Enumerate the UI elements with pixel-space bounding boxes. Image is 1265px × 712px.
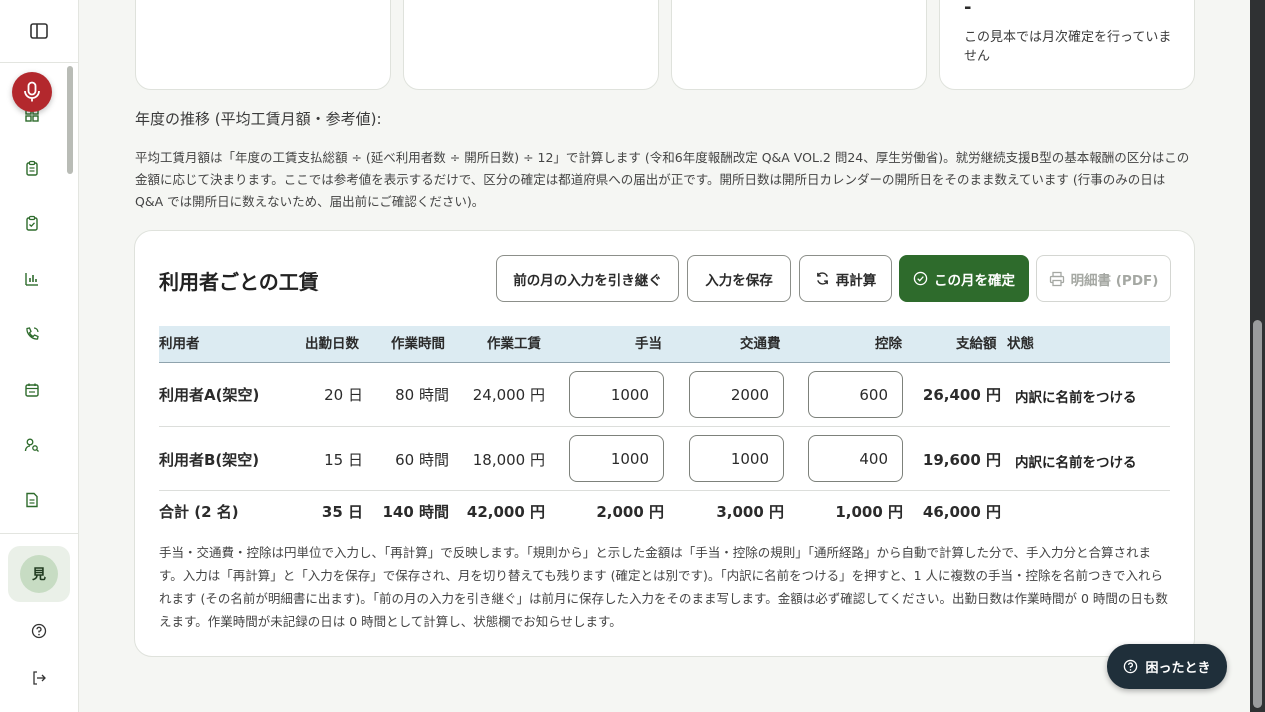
total-deduction: 1,000 円 bbox=[835, 503, 903, 521]
refresh-icon bbox=[816, 272, 828, 285]
trend-description: 平均工賃月額は「年度の工賃支払総額 ÷ (延べ利用者数 ÷ 開所日数) ÷ 12… bbox=[135, 150, 1190, 209]
col-transport: 交通費 bbox=[740, 336, 781, 352]
sidebar-toggle-icon[interactable] bbox=[26, 18, 52, 44]
col-days: 出勤日数 bbox=[305, 336, 359, 352]
sidebar-nav bbox=[0, 63, 64, 533]
table-header: 利用者 出勤日数 作業時間 作業工賃 手当 交通費 控除 支給額 状態 bbox=[159, 326, 1170, 363]
sidebar: 見 bbox=[0, 0, 79, 712]
wages-card: 利用者ごとの工賃 前の月の入力を引き継ぐ 入力を保存 再計算 この月を確定 明細… bbox=[134, 230, 1195, 657]
footnote: 手当・交通費・控除は円単位で入力し、「再計算」で反映します。「規則から」と示した… bbox=[159, 545, 1168, 629]
col-work-wage: 作業工賃 bbox=[487, 336, 541, 352]
help-button[interactable]: 困ったとき bbox=[1107, 644, 1227, 689]
summary-card-monthly-confirm: - この見本では月次確定を行っていません bbox=[939, 0, 1195, 90]
allowance-input[interactable] bbox=[569, 435, 664, 482]
summary-card bbox=[403, 0, 659, 90]
table-row: 利用者A(架空) 20 日 80 時間 24,000 円 26,400 円 内訳… bbox=[159, 363, 1170, 427]
user-menu[interactable]: 見 bbox=[8, 546, 70, 602]
clipboard-check-icon[interactable] bbox=[20, 211, 44, 235]
name-breakdown-button[interactable]: 内訳に名前をつける bbox=[1015, 386, 1137, 406]
logout-icon[interactable] bbox=[28, 667, 50, 689]
hours-value: 60 時間 bbox=[395, 451, 449, 469]
summary-note: この見本では月次確定を行っていません bbox=[964, 30, 1172, 64]
total-hours: 140 時間 bbox=[382, 503, 449, 521]
help-circle-icon bbox=[1124, 659, 1138, 674]
document-icon[interactable] bbox=[20, 488, 44, 512]
avatar: 見 bbox=[20, 555, 58, 593]
days-value: 20 日 bbox=[324, 386, 363, 404]
work-wage-value: 24,000 円 bbox=[472, 386, 545, 404]
total-transport: 3,000 円 bbox=[716, 503, 784, 521]
work-wage-value: 18,000 円 bbox=[472, 451, 545, 469]
allowance-input[interactable] bbox=[569, 371, 664, 418]
col-deduction: 控除 bbox=[875, 336, 902, 352]
pay-value: 26,400 円 bbox=[922, 386, 1001, 404]
recalc-button[interactable]: 再計算 bbox=[799, 255, 892, 302]
help-circle-icon[interactable] bbox=[28, 620, 50, 642]
microphone-icon[interactable] bbox=[12, 72, 52, 112]
bar-chart-icon[interactable] bbox=[20, 267, 44, 291]
carry-over-button[interactable]: 前の月の入力を引き継ぐ bbox=[496, 255, 679, 302]
col-allowance: 手当 bbox=[635, 336, 662, 352]
summary-card bbox=[135, 0, 391, 90]
printer-icon bbox=[1049, 271, 1064, 286]
pdf-statement-button[interactable]: 明細書 (PDF) bbox=[1036, 255, 1171, 302]
phone-icon[interactable] bbox=[20, 322, 44, 346]
check-circle-icon bbox=[913, 271, 928, 286]
total-pay: 46,000 円 bbox=[922, 503, 1001, 521]
transport-input[interactable] bbox=[689, 371, 784, 418]
save-button[interactable]: 入力を保存 bbox=[687, 255, 791, 302]
page-scrollbar-thumb[interactable] bbox=[1253, 320, 1262, 708]
transport-input[interactable] bbox=[689, 435, 784, 482]
col-hours: 作業時間 bbox=[391, 336, 445, 352]
user-search-icon[interactable] bbox=[20, 433, 44, 457]
pay-value: 19,600 円 bbox=[922, 451, 1001, 469]
total-work-wage: 42,000 円 bbox=[466, 503, 545, 521]
calendar-icon[interactable] bbox=[20, 378, 44, 402]
deduction-input[interactable] bbox=[808, 371, 903, 418]
total-allowance: 2,000 円 bbox=[596, 503, 664, 521]
col-user: 利用者 bbox=[159, 336, 200, 352]
summary-value: - bbox=[964, 0, 972, 18]
total-label: 合計 (2 名) bbox=[159, 503, 239, 521]
col-pay: 支給額 bbox=[956, 336, 997, 352]
table-row: 利用者B(架空) 15 日 60 時間 18,000 円 19,600 円 内訳… bbox=[159, 427, 1170, 491]
user-name: 利用者B(架空) bbox=[159, 451, 260, 469]
wages-title: 利用者ごとの工賃 bbox=[159, 270, 319, 294]
total-days: 35 日 bbox=[321, 503, 363, 521]
deduction-input[interactable] bbox=[808, 435, 903, 482]
clipboard-icon[interactable] bbox=[20, 156, 44, 180]
col-status: 状態 bbox=[1007, 336, 1034, 352]
days-value: 15 日 bbox=[324, 451, 363, 469]
trend-title: 年度の推移 (平均工賃月額・参考値): bbox=[135, 110, 382, 128]
user-name: 利用者A(架空) bbox=[159, 386, 260, 404]
summary-card bbox=[671, 0, 927, 90]
name-breakdown-button[interactable]: 内訳に名前をつける bbox=[1015, 451, 1137, 471]
total-row: 合計 (2 名) 35 日 140 時間 42,000 円 2,000 円 3,… bbox=[159, 491, 1170, 531]
hours-value: 80 時間 bbox=[395, 386, 449, 404]
sidebar-scrollbar[interactable] bbox=[67, 66, 73, 174]
confirm-month-button[interactable]: この月を確定 bbox=[899, 255, 1029, 302]
